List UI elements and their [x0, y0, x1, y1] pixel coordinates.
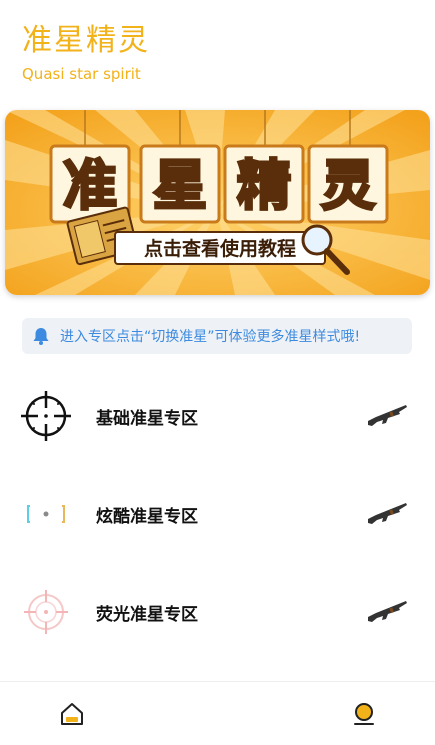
zone-label: 基础准星专区 [96, 408, 198, 429]
zone-label: 炫酷准星专区 [96, 506, 198, 527]
profile-icon[interactable] [350, 700, 378, 728]
banner-title-char: 精 [237, 154, 291, 217]
banner-graphic: 准 星 精 灵 点击查看使用教程 [5, 110, 430, 295]
banner-title-tiles: 准 星 精 灵 [49, 144, 389, 224]
zone-basic[interactable]: 基础准星专区 [0, 376, 435, 456]
banner-title-char: 星 [153, 154, 207, 217]
rifle-icon[interactable] [366, 599, 408, 625]
app-header: 准星精灵 Quasi star spirit [22, 22, 150, 84]
app-title: 准星精灵 [22, 23, 150, 58]
home-icon[interactable] [58, 700, 86, 728]
notice-text: 进入专区点击“切换准星”可体验更多准星样式哦! [60, 329, 361, 345]
zone-cool[interactable]: 炫酷准星专区 [0, 474, 435, 554]
tutorial-banner[interactable]: 准 星 精 灵 点击查看使用教程 [5, 110, 430, 295]
crosshair-cool-icon [20, 488, 72, 540]
crosshair-basic-icon [20, 390, 72, 442]
banner-cta-text: 点击查看使用教程 [144, 237, 296, 260]
zone-glow[interactable]: 荧光准星专区 [0, 572, 435, 652]
notice-bar: 进入专区点击“切换准星”可体验更多准星样式哦! [22, 318, 412, 354]
crosshair-glow-icon [20, 586, 72, 638]
bell-icon [30, 325, 52, 347]
banner-title-char: 准 [63, 154, 117, 217]
banner-title-char: 灵 [321, 154, 375, 217]
rifle-icon[interactable] [366, 501, 408, 527]
zone-label: 荧光准星专区 [96, 604, 198, 625]
app-subtitle: Quasi star spirit [22, 65, 141, 83]
rifle-icon[interactable] [366, 403, 408, 429]
bottom-tab-bar [0, 681, 435, 745]
